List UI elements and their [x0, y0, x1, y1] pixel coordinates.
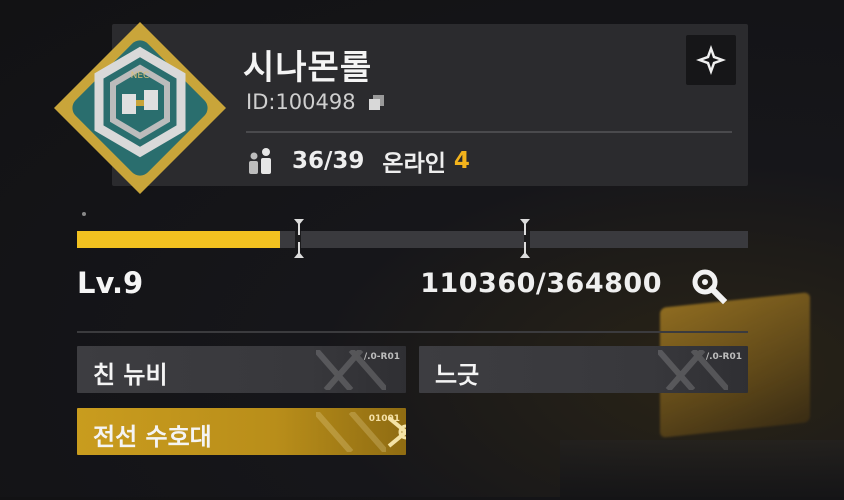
xp-milestone-marker: [520, 219, 530, 235]
xp-milestone-marker: [294, 242, 304, 258]
title-tag-code: /.0-R01: [363, 352, 400, 362]
background-scenery-lower: [560, 440, 844, 500]
title-tag-label: 전선 수호대: [93, 423, 212, 451]
member-info: 36/39 온라인 4: [246, 144, 470, 178]
title-tag[interactable]: 느긋 /.0-R01: [419, 346, 748, 393]
guild-id-row: ID:100498: [246, 90, 386, 114]
xp-progress-bar: [77, 231, 748, 248]
online-count: 4: [453, 148, 470, 174]
title-tag[interactable]: 전선 수호대 01001: [77, 408, 406, 455]
crosshair-button[interactable]: [686, 35, 736, 85]
crosshair-icon: [696, 45, 726, 75]
guild-name: 시나몬롤: [243, 48, 373, 88]
xp-milestone-marker: [520, 242, 530, 258]
member-count: 36/39: [292, 148, 365, 174]
title-tag-label: 느긋: [435, 361, 480, 389]
search-icon[interactable]: [689, 266, 729, 306]
header-divider: [246, 131, 732, 133]
title-tag-code: /.0-R01: [705, 352, 742, 362]
online-label: 온라인: [382, 151, 446, 177]
title-tag-code: 01001: [368, 414, 400, 424]
xp-progress-fill: [77, 231, 280, 248]
emblem-text: NEC: [131, 71, 150, 81]
xp-value: 110360/364800: [420, 268, 662, 299]
guild-level: Lv.9: [77, 266, 144, 300]
members-icon: [249, 148, 271, 174]
copy-icon[interactable]: [366, 92, 386, 112]
section-divider: [77, 331, 748, 333]
title-tag[interactable]: 친 뉴비 /.0-R01: [77, 346, 406, 393]
indicator-dot: [82, 212, 86, 216]
guild-id: ID:100498: [246, 90, 356, 114]
guild-emblem: NEC: [54, 22, 226, 194]
title-tag-label: 친 뉴비: [93, 361, 168, 389]
xp-milestone-marker: [294, 219, 304, 235]
